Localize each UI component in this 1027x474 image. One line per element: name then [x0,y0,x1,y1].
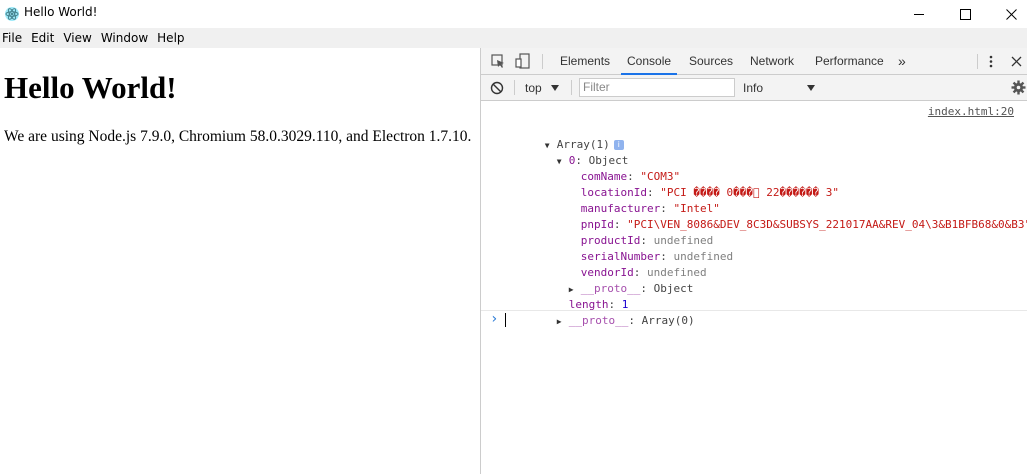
prop-manufacturer: manufacturer: "Intel" [580,202,720,215]
log-level-label: Info [743,81,764,95]
tab-performance[interactable]: Performance [815,48,884,75]
tab-console[interactable]: Console [621,48,678,75]
devtools-tab-bar: Elements Console Sources Network Perform… [481,48,1027,75]
tab-separator [977,54,978,69]
proto-value: Object [653,282,694,295]
menu-file[interactable]: File [1,31,28,45]
prop-length: length: 1 [568,298,629,311]
window-title: Hello World! [24,5,98,19]
menu-window[interactable]: Window [100,31,154,45]
prop-locationId: locationId: "PCI ���� 0���゙ 22������ 3" [580,186,840,199]
console-settings-gear-icon[interactable] [1011,80,1026,95]
console-toolbar: top Filter Info [481,75,1027,101]
chevron-down-icon [551,85,559,91]
menu-edit[interactable]: Edit [30,31,60,45]
minimize-button[interactable] [896,0,942,28]
prop-pnpId: pnpId: "PCI\VEN_8086&DEV_8C3D&SUBSYS_221… [541,201,1027,231]
source-link[interactable]: index.html:20 [928,105,1014,118]
prop-comName: comName: "COM3" [580,170,681,183]
toolbar-separator [571,80,572,95]
log-level-selector[interactable]: Info [743,75,821,101]
tab-separator [542,54,543,69]
minimize-icon [913,13,924,15]
title-bar: Hello World! [0,0,1027,28]
prop-vendorId: vendorId: undefined [580,266,707,279]
close-button[interactable] [988,0,1027,28]
toolbar-separator [514,80,515,95]
device-toolbar-icon[interactable] [515,53,531,69]
page-heading: Hello World! [4,70,177,105]
page-paragraph: We are using Node.js 7.9.0, Chromium 58.… [4,128,472,145]
tab-network[interactable]: Network [750,48,794,75]
tab-sources[interactable]: Sources [689,48,733,75]
context-label: top [525,81,542,95]
maximize-icon [959,8,971,20]
context-selector[interactable]: top [525,75,571,101]
console-prompt-input[interactable]: › [481,310,1027,328]
tab-elements[interactable]: Elements [560,48,610,75]
devtools-panel: Elements Console Sources Network Perform… [480,48,1027,474]
console-output: index.html:20 ▼ Array(1) i ▼ 0: Object comN… [481,102,1027,474]
proto-object-node[interactable]: ▶ __proto__: Object [529,265,694,295]
array-node[interactable]: ▼ Array(1) i [505,121,624,151]
chevron-down-icon [807,85,815,91]
electron-app-icon [5,7,19,21]
menu-bar: File Edit View Window Help [0,28,1027,48]
prompt-chevron-icon: › [490,311,499,327]
prop-productId: productId: undefined [580,234,714,247]
prop-serialNumber: serialNumber: undefined [580,250,734,263]
text-caret [505,313,506,327]
menu-view[interactable]: View [62,31,97,45]
maximize-button[interactable] [942,0,988,28]
close-icon [1005,8,1017,20]
page-content: Hello World! We are using Node.js 7.9.0,… [0,48,480,474]
more-tabs-button[interactable]: » [898,48,906,75]
kebab-menu-icon[interactable] [988,54,994,69]
clear-console-icon[interactable] [490,81,504,95]
filter-input[interactable]: Filter [579,78,735,97]
object-node[interactable]: ▼ 0: Object [517,137,629,167]
inspect-element-icon[interactable] [491,54,506,69]
menu-help[interactable]: Help [156,31,190,45]
close-devtools-icon[interactable] [1011,56,1022,67]
